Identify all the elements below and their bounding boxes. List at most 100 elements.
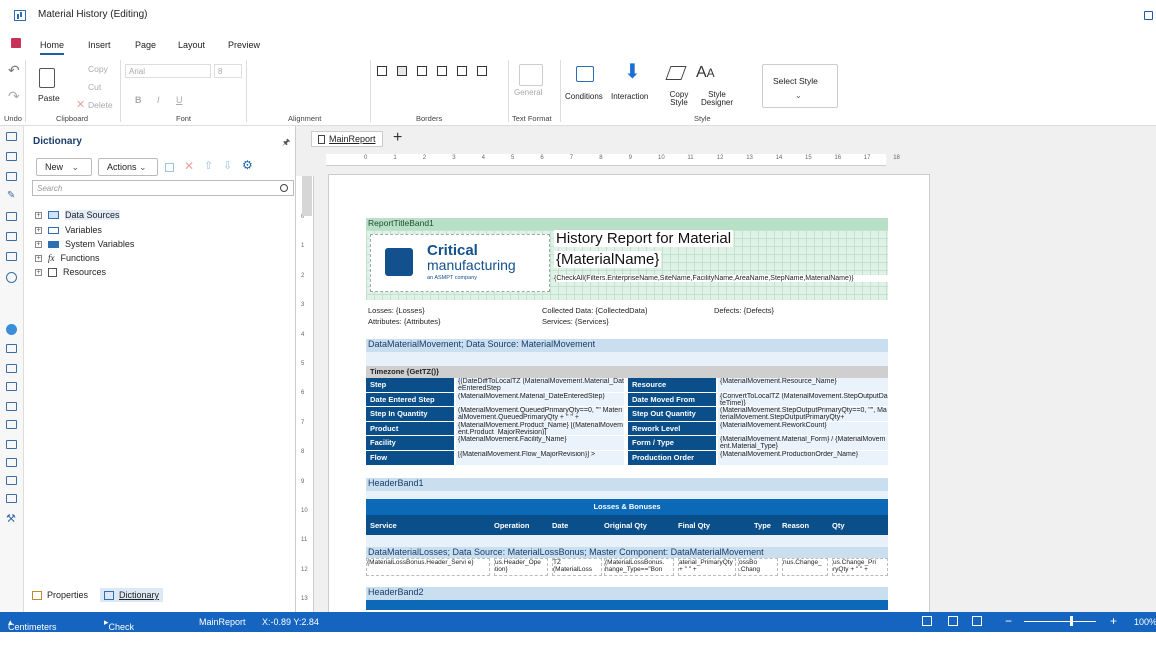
right-detail-label: Form / Type xyxy=(628,436,716,450)
ribbon-separator xyxy=(508,60,509,122)
border-right-icon[interactable] xyxy=(437,66,447,76)
border-all-icon[interactable] xyxy=(377,66,387,76)
dictionary-tab[interactable]: Dictionary xyxy=(100,588,164,602)
menu-preview[interactable]: Preview xyxy=(228,40,260,50)
toolbar-component-icon[interactable] xyxy=(6,172,17,181)
toolbar-checkbox-icon[interactable] xyxy=(6,458,17,467)
copy-button[interactable]: Copy xyxy=(88,64,108,74)
italic-button[interactable]: I xyxy=(157,95,160,105)
style-designer-icon[interactable]: AA xyxy=(696,64,715,82)
menu-layout[interactable]: Layout xyxy=(178,40,205,50)
tree-item-label: Data Sources xyxy=(65,210,120,220)
font-size-select[interactable]: 8 xyxy=(214,64,242,78)
toolbar-panel-icon[interactable] xyxy=(6,440,17,449)
border-left-icon[interactable] xyxy=(417,66,427,76)
restore-icon[interactable] xyxy=(1144,11,1153,20)
undo-icon[interactable]: ↶ xyxy=(8,62,20,79)
tree-item-system-variables[interactable]: + System Variables xyxy=(35,239,134,249)
expand-icon[interactable]: + xyxy=(35,240,42,248)
tree-item-data-sources[interactable]: + Data Sources xyxy=(35,210,120,220)
toolbar-textbox-icon[interactable] xyxy=(6,344,17,353)
toolbar-globe-icon[interactable] xyxy=(6,324,17,335)
view-page-icon[interactable] xyxy=(948,616,958,626)
vertical-scrollbar[interactable] xyxy=(302,176,312,216)
expand-icon[interactable]: + xyxy=(35,226,42,234)
window-title: Material History (Editing) xyxy=(38,9,148,20)
toolbar-shape-icon[interactable] xyxy=(6,420,17,429)
border-bottom-icon[interactable] xyxy=(477,66,487,76)
expand-icon[interactable]: + xyxy=(35,268,42,276)
copy-style-button[interactable]: Copy Style xyxy=(668,91,690,107)
properties-tab[interactable]: Properties xyxy=(32,590,88,600)
underline-button[interactable]: U xyxy=(176,95,183,105)
toolbar-pen-icon[interactable]: ✎ xyxy=(7,190,15,201)
losses-band-label: DataMaterialLosses; Data Source: Materia… xyxy=(368,547,764,557)
text-format-general[interactable]: General xyxy=(514,88,542,97)
zoom-out-button[interactable]: − xyxy=(1005,614,1012,628)
toolbar-container-icon[interactable] xyxy=(6,494,17,503)
border-top-icon[interactable] xyxy=(457,66,467,76)
border-outside-icon[interactable] xyxy=(397,66,407,76)
conditions-button[interactable]: Conditions xyxy=(565,92,603,101)
pin-icon[interactable]: 🖈 xyxy=(282,135,290,151)
ruler-tick-label: 8 xyxy=(599,155,603,161)
tree-item-functions[interactable]: + fx Functions xyxy=(35,253,100,263)
report-tab[interactable]: MainReport xyxy=(311,131,383,147)
toolbar-table-icon[interactable] xyxy=(6,212,17,221)
tree-item-variables[interactable]: + Variables xyxy=(35,225,102,235)
check-issues-button[interactable]: ▸ Check for Issues xyxy=(104,617,135,652)
toolbar-tools-icon[interactable]: ⚒ xyxy=(6,512,16,525)
conditions-icon[interactable] xyxy=(576,66,594,82)
header-band1[interactable]: HeaderBand1 xyxy=(366,478,888,491)
toolbar-cross-band-icon[interactable] xyxy=(6,152,17,161)
move-down-icon[interactable]: ⇩ xyxy=(223,159,232,172)
toolbar-bar-icon[interactable] xyxy=(6,252,17,261)
text-format-icon[interactable] xyxy=(519,64,543,86)
zoom-slider[interactable] xyxy=(1024,621,1096,622)
delete-icon[interactable]: ✕ xyxy=(184,159,194,173)
units-selector[interactable]: Centimeters ▴ xyxy=(8,617,57,632)
header-band2[interactable]: HeaderBand2 xyxy=(366,587,888,600)
cut-button[interactable]: Cut xyxy=(88,82,101,92)
toolbar-gauge-icon[interactable] xyxy=(6,272,17,283)
paste-icon[interactable] xyxy=(39,68,55,88)
toolbar-subreport-icon[interactable] xyxy=(6,476,17,485)
expand-icon[interactable]: + xyxy=(35,211,42,219)
delete-icon[interactable]: ✕ xyxy=(76,98,85,111)
select-style-box[interactable]: Select Style ⌄ xyxy=(762,64,838,108)
movement-band[interactable]: DataMaterialMovement; Data Source: Mater… xyxy=(366,339,888,352)
zoom-in-button[interactable]: + xyxy=(1110,614,1117,628)
losses-spacer-2 xyxy=(366,535,888,547)
menu-home[interactable]: Home xyxy=(40,40,65,55)
actions-button[interactable]: Actions ⌄ xyxy=(98,158,158,176)
settings-gear-icon[interactable]: ⚙ xyxy=(242,158,253,172)
new-button[interactable]: New ⌄ xyxy=(36,158,92,176)
menu-insert[interactable]: Insert xyxy=(88,40,111,50)
view-web-icon[interactable] xyxy=(972,616,982,626)
toolbar-barcode-icon[interactable] xyxy=(6,402,17,411)
add-page-button[interactable]: + xyxy=(393,129,402,147)
font-family-select[interactable]: Arial xyxy=(125,64,211,78)
delete-button[interactable]: Delete xyxy=(88,100,113,110)
toolbar-richtext-icon[interactable] xyxy=(6,382,17,391)
move-up-icon[interactable]: ⇧ xyxy=(204,159,213,172)
view-normal-icon[interactable] xyxy=(922,616,932,626)
search-input[interactable]: Search xyxy=(32,180,294,196)
border-buttons[interactable] xyxy=(377,66,499,78)
interaction-icon[interactable]: ⬇ xyxy=(624,62,641,82)
paste-button[interactable]: Paste xyxy=(38,93,60,103)
tree-item-resources[interactable]: + Resources xyxy=(35,267,106,277)
toolbar-band-icon[interactable] xyxy=(6,132,17,141)
expand-icon[interactable]: + xyxy=(35,254,42,262)
toolbar-image-icon[interactable] xyxy=(6,364,17,373)
bold-button[interactable]: B xyxy=(135,95,142,105)
interaction-button[interactable]: Interaction xyxy=(611,92,648,101)
menu-page[interactable]: Page xyxy=(135,40,156,50)
style-designer-button[interactable]: Style Designer xyxy=(700,91,734,107)
edit-icon[interactable] xyxy=(165,163,174,172)
toolbar-chart-icon[interactable] xyxy=(6,232,17,241)
zoom-slider-thumb[interactable] xyxy=(1070,616,1073,626)
save-icon[interactable] xyxy=(11,38,21,48)
redo-icon[interactable]: ↷ xyxy=(8,88,20,105)
losses-band[interactable]: DataMaterialLosses; Data Source: Materia… xyxy=(366,547,888,558)
